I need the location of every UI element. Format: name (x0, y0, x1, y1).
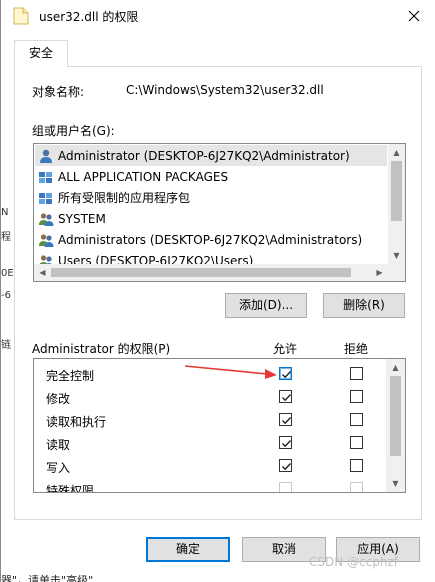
watermark: CSDN @ccphzf (309, 555, 398, 569)
users-vertical-scrollbar[interactable]: ▲ ▼ (388, 144, 405, 264)
group-icon (39, 212, 54, 226)
deny-checkbox[interactable] (350, 482, 363, 492)
user-list-item[interactable]: ALL APPLICATION PACKAGES (35, 166, 387, 187)
deny-header: 拒绝 (344, 342, 369, 356)
user-list-item-label: ALL APPLICATION PACKAGES (58, 169, 229, 184)
user-list-item-label: 所有受限制的应用程序包 (58, 191, 191, 205)
permission-name: 读取 (46, 438, 71, 452)
allow-checkbox[interactable] (279, 436, 292, 449)
checkmark-icon (282, 417, 292, 425)
permission-name: 读取和执行 (46, 415, 107, 429)
permission-row: 读取和执行 (34, 409, 386, 432)
window-title: user32.dll 的权限 (39, 10, 139, 24)
allow-checkbox[interactable] (279, 413, 292, 426)
close-icon (408, 10, 420, 22)
deny-checkbox[interactable] (350, 390, 363, 403)
permissions-dialog: user32.dll 的权限 安全 对象名称: C:\Windows\Syste… (0, 0, 435, 582)
tab-strip: 安全 (1, 32, 435, 67)
scroll-thumb[interactable] (390, 376, 401, 456)
scroll-right-icon[interactable]: ▶ (371, 264, 388, 281)
close-button[interactable] (401, 4, 427, 28)
groups-label: 组或用户名(G): (32, 124, 115, 138)
background-edge-char: 0E (1, 268, 14, 279)
background-edge-char: N (1, 207, 9, 218)
add-button[interactable]: 添加(D)... (225, 293, 307, 318)
permissions-scrollbar[interactable]: ▲ ▼ (386, 359, 405, 492)
permission-row: 特殊权限 (34, 478, 386, 493)
allow-checkbox[interactable] (279, 390, 292, 403)
allow-checkbox[interactable] (279, 482, 292, 492)
scroll-down-icon[interactable]: ▼ (388, 247, 405, 264)
packages-icon (39, 171, 52, 183)
users-horizontal-scrollbar[interactable]: ◀ ▶ (34, 264, 388, 281)
scroll-corner (388, 264, 405, 281)
security-panel: 对象名称: C:\Windows\System32\user32.dll 组或用… (14, 66, 422, 520)
user-list-item[interactable]: Administrator (DESKTOP-6J27KQ2\Administr… (35, 145, 387, 166)
tab-security[interactable]: 安全 (14, 40, 68, 67)
users-list[interactable]: Administrator (DESKTOP-6J27KQ2\Administr… (33, 143, 406, 282)
deny-checkbox[interactable] (350, 459, 363, 472)
permission-name: 写入 (46, 461, 71, 475)
user-icon (40, 149, 52, 163)
permission-name: 特殊权限 (46, 484, 95, 493)
user-list-item[interactable]: Administrators (DESKTOP-6J27KQ2\Administ… (35, 229, 387, 250)
checkmark-icon (282, 440, 292, 448)
title-bar: user32.dll 的权限 (1, 0, 435, 32)
remove-button[interactable]: 删除(R) (323, 293, 405, 318)
checkmark-icon (282, 463, 292, 471)
checkmark-icon (282, 394, 292, 402)
scroll-left-icon[interactable]: ◀ (34, 264, 51, 281)
deny-checkbox[interactable] (350, 436, 363, 449)
ok-button[interactable]: 确定 (146, 537, 230, 562)
deny-checkbox[interactable] (350, 413, 363, 426)
user-list-item-label: SYSTEM (58, 211, 106, 226)
allow-checkbox[interactable] (279, 459, 292, 472)
permission-row: 读取 (34, 432, 386, 455)
background-edge-char: -6 (1, 290, 11, 301)
object-name-label: 对象名称: (32, 85, 85, 99)
permission-name: 完全控制 (46, 369, 95, 383)
permissions-header: Administrator 的权限(P) (32, 342, 171, 356)
scroll-up-icon[interactable]: ▲ (387, 359, 404, 376)
user-list-item-label: Administrators (DESKTOP-6J27KQ2\Administ… (58, 232, 363, 247)
background-edge-char: 链 (1, 340, 11, 351)
permission-row: 修改 (34, 386, 386, 409)
checkmark-icon (282, 371, 292, 379)
user-list-item[interactable]: SYSTEM (35, 208, 387, 229)
permission-row: 写入 (34, 455, 386, 478)
scroll-thumb[interactable] (51, 268, 351, 277)
user-list-item-label: Administrator (DESKTOP-6J27KQ2\Administr… (58, 148, 350, 163)
permission-name: 修改 (46, 392, 71, 406)
background-window-text: 器"，请单击"高级" (1, 574, 94, 582)
user-list-item[interactable]: 所有受限制的应用程序包 (35, 187, 387, 208)
packages-icon (39, 192, 52, 204)
object-name-value: C:\Windows\System32\user32.dll (126, 83, 324, 97)
allow-header: 允许 (273, 342, 298, 356)
group-icon (39, 233, 54, 247)
file-icon (13, 7, 29, 25)
background-edge-char: 程 (1, 232, 11, 243)
red-arrow-annotation (184, 365, 277, 379)
deny-checkbox[interactable] (350, 367, 363, 380)
scroll-down-icon[interactable]: ▼ (387, 475, 404, 492)
scroll-up-icon[interactable]: ▲ (388, 144, 405, 161)
scroll-thumb[interactable] (391, 161, 402, 221)
